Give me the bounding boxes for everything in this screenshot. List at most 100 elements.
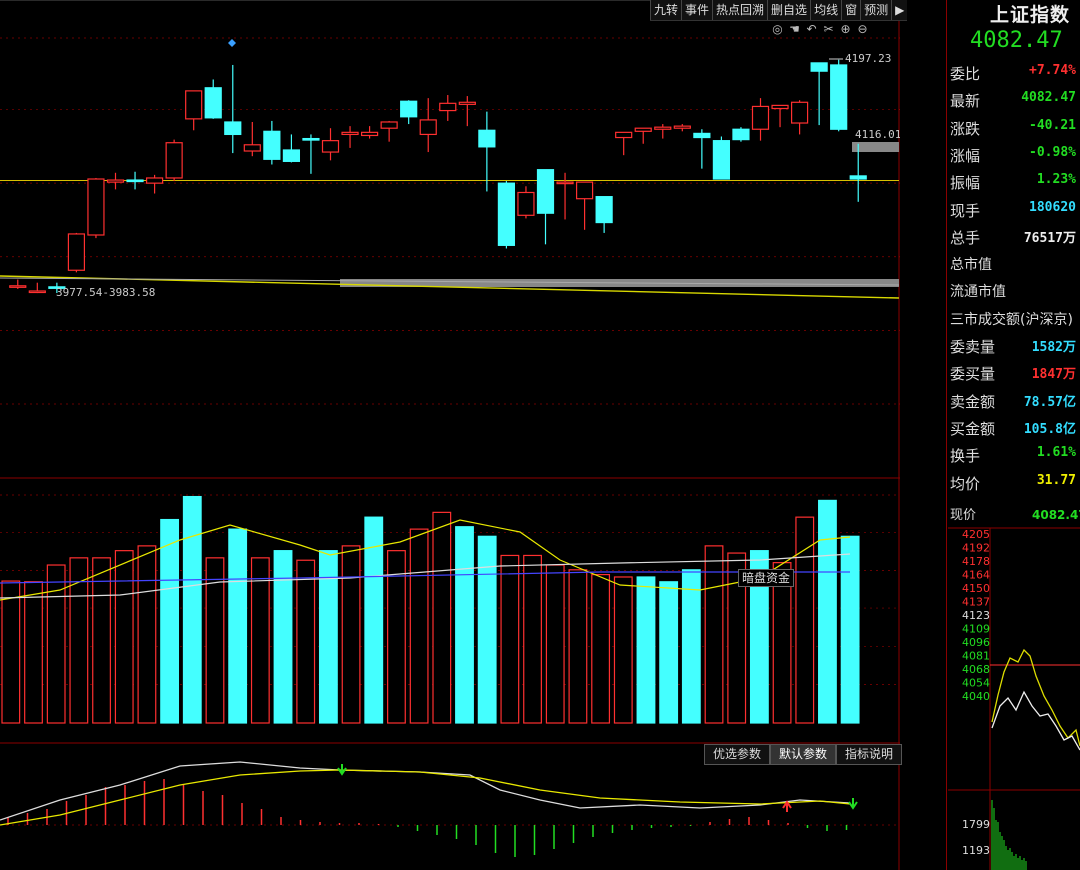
candle-body — [282, 149, 301, 162]
volume-bar — [659, 581, 679, 724]
top-toolbar: 九转 事件 热点回溯 删自选 均线窗预测 ▶ — [650, 0, 908, 21]
undo-icon[interactable]: ↶ — [804, 20, 819, 38]
toolbar-item-3[interactable]: 删自选 — [767, 0, 810, 20]
candle-body — [204, 87, 222, 119]
volume-bar — [840, 535, 860, 724]
candle-body — [106, 179, 125, 183]
quote-row: 均价 31.77 — [950, 473, 1080, 499]
sell-signal-arrow — [337, 764, 347, 776]
quote-value: 4082.47 — [1021, 90, 1076, 106]
index-price: 4082.47 — [970, 28, 1063, 53]
volume-bar — [568, 569, 588, 724]
tab-preferred-params[interactable]: 优选参数 — [704, 744, 771, 765]
quote-label: 三市成交额(沪深京) — [950, 311, 1073, 328]
mini-price-tick: 4192 — [962, 542, 990, 555]
mini-price-tick: 4205 — [962, 528, 990, 541]
volume-bar — [523, 554, 542, 724]
candle-body — [439, 102, 457, 112]
volume-bar — [795, 516, 815, 724]
volume-bar — [92, 557, 111, 724]
eye-icon[interactable]: ◎ — [770, 20, 785, 38]
mini-avg-line — [991, 690, 1080, 751]
quote-row: 委卖量 1582万 — [950, 336, 1080, 362]
volume-bar — [273, 550, 293, 724]
candle-body — [243, 144, 261, 152]
quote-row: 最新 4082.47 — [950, 90, 1080, 116]
quote-row: 卖金额 78.57亿 — [950, 391, 1080, 417]
candle-body — [693, 132, 711, 139]
volume-bar — [24, 581, 43, 724]
volume-bar — [613, 576, 633, 724]
candle-body — [302, 137, 320, 141]
mini-price-tick: 4150 — [962, 582, 990, 595]
toolbar-item-2[interactable]: 热点回溯 — [712, 0, 767, 20]
hand-icon[interactable]: ☚ — [787, 20, 802, 38]
quote-label: 流通市值 — [950, 284, 1006, 301]
quote-value: 105.8亿 — [1023, 421, 1076, 437]
toolbar-item-1[interactable]: 事件 — [681, 0, 712, 20]
volume-bar — [636, 576, 656, 724]
quote-value: -0.98% — [1029, 144, 1076, 160]
candle-body — [615, 131, 633, 139]
candle-body — [849, 175, 867, 180]
quote-row: 涨跌 -40.21 — [950, 118, 1080, 144]
macd-dif-line — [0, 761, 851, 821]
candle-body — [263, 130, 281, 160]
range-annotation: 3977.54-3983.58 — [56, 286, 155, 299]
tab-indicator-help[interactable]: 指标说明 — [836, 744, 903, 765]
candle-body — [321, 140, 340, 153]
candle-body — [751, 105, 770, 130]
candle-body — [380, 121, 398, 129]
quote-label: 总市值 — [950, 257, 992, 274]
mini-price-line — [991, 648, 1080, 747]
volume-bar — [432, 511, 452, 724]
candle-body — [517, 191, 535, 216]
intraday-mini-chart: 现价 4082.47 4205419241784164415041374123410… — [948, 508, 1080, 870]
now-value: 4082.47 — [1032, 508, 1080, 522]
toolbar-item-0[interactable]: 九转 — [650, 0, 681, 20]
zoom-out-icon[interactable]: ⊖ — [855, 20, 870, 38]
candle-body — [165, 142, 183, 179]
scissors-icon[interactable]: ✂ — [821, 20, 836, 38]
quote-row: 流通市值 — [950, 281, 1080, 307]
quote-value: 1847万 — [1031, 367, 1076, 383]
toolbar-item-7[interactable]: ▶ — [891, 0, 907, 20]
kline-chart[interactable]: 4218414940784007393638654197.234116.0139… — [0, 0, 900, 870]
candle-body — [536, 169, 555, 214]
volume-bar — [818, 499, 837, 724]
chart-tools: ◎ ☚ ↶ ✂ ⊕ ⊖ — [770, 20, 870, 38]
candle-body — [771, 104, 789, 110]
last-annotation: 4116.01 — [855, 128, 900, 141]
candle-body — [497, 182, 516, 246]
quote-row: 三市成交额(沪深京) — [950, 309, 1080, 335]
quote-label: 委买量 — [950, 365, 996, 384]
volume-bar — [182, 495, 202, 724]
quote-label: 委比 — [950, 65, 981, 83]
mini-price-tick: 4054 — [962, 677, 990, 690]
volume-bar — [318, 550, 338, 724]
candle-body — [654, 126, 672, 130]
candle-body — [810, 62, 828, 72]
volume-bar — [296, 559, 316, 724]
volume-bar — [250, 557, 270, 724]
quote-label: 现手 — [950, 201, 981, 220]
quote-label: 卖金额 — [950, 392, 996, 411]
quote-value: 1.23% — [1036, 172, 1076, 188]
mini-volume-tick: 1193 — [962, 844, 990, 857]
zoom-in-icon[interactable]: ⊕ — [838, 20, 853, 38]
dark-pool-label: 暗盘资金 — [738, 569, 795, 587]
volume-bar — [341, 545, 361, 724]
candle-body — [595, 196, 613, 224]
quote-row: 委比 +7.74% — [950, 63, 1080, 89]
tab-default-params[interactable]: 默认参数 — [770, 744, 837, 765]
candle-body — [673, 125, 691, 129]
quote-label: 振幅 — [950, 174, 981, 193]
toolbar-item-4[interactable]: 均线 — [810, 0, 841, 20]
candle-body — [9, 285, 27, 288]
volume-bar — [455, 526, 474, 724]
mini-price-tick: 4123 — [962, 609, 990, 622]
toolbar-item-5[interactable]: 窗 — [841, 0, 860, 20]
panel-separator — [946, 0, 947, 870]
quote-row: 换手 1.61% — [950, 445, 1080, 471]
toolbar-item-6[interactable]: 预测 — [860, 0, 891, 20]
